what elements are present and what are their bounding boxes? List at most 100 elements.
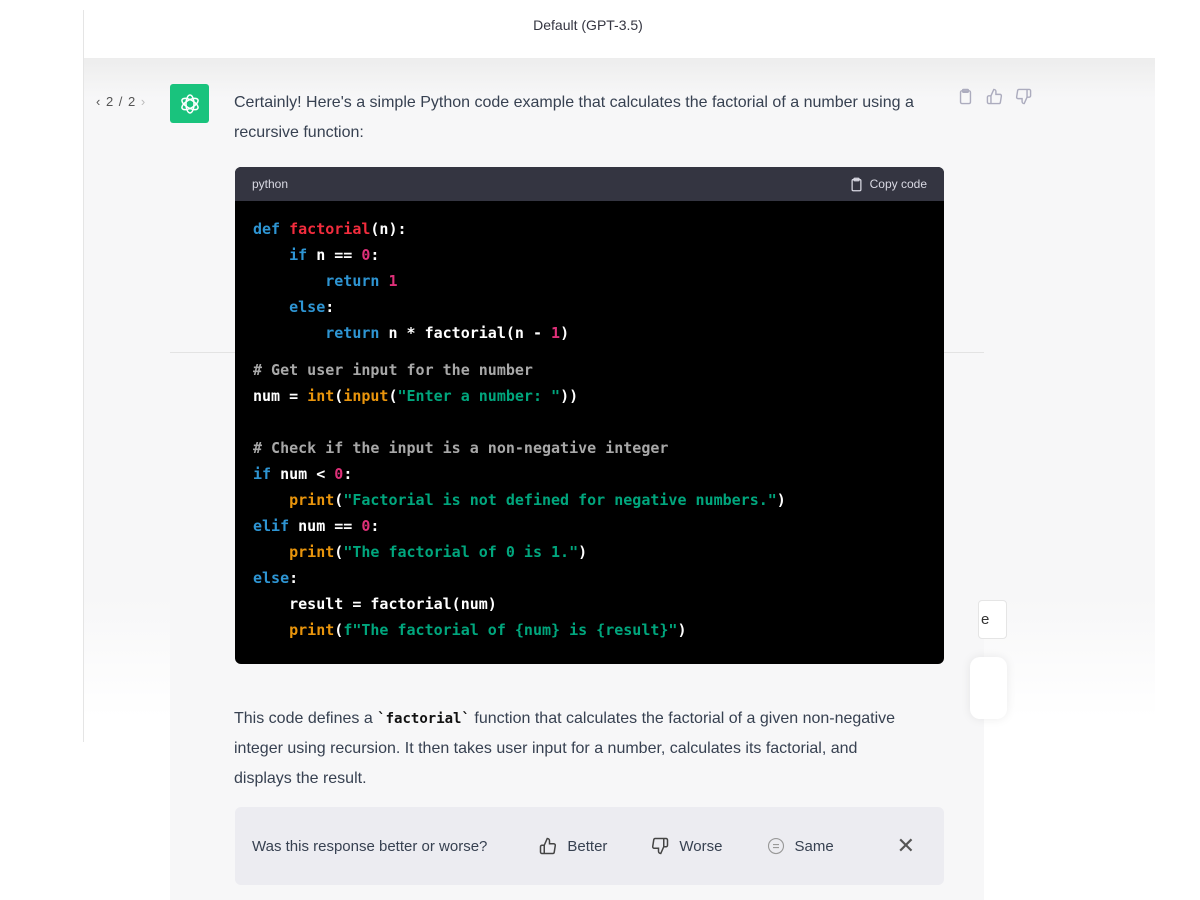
- code-token: def: [253, 220, 290, 238]
- code-token: # Get user input for the number: [253, 361, 533, 379]
- thumbs-up-icon: [540, 837, 557, 855]
- code-token: )): [560, 387, 579, 405]
- code-token: ): [677, 621, 687, 639]
- code-line: # Check if the input is a non-negative i…: [253, 439, 668, 457]
- code-token: input: [343, 387, 389, 405]
- openai-logo-icon: [180, 93, 199, 114]
- feedback-bar: Was this response better or worse? Bette…: [235, 807, 944, 885]
- same-button[interactable]: Same: [767, 837, 834, 855]
- code-token: (: [334, 621, 344, 639]
- code-token: return: [325, 272, 389, 290]
- code-token: "Factorial is not defined for negative n…: [343, 491, 777, 509]
- worse-label: Worse: [679, 837, 723, 855]
- code-token: else: [253, 569, 290, 587]
- code-token: :: [325, 298, 335, 316]
- code-token: # Check if the input is a non-negative i…: [253, 439, 669, 457]
- code-token: ): [560, 324, 570, 342]
- code-line: if num < 0:: [253, 465, 352, 483]
- code-token: int: [307, 387, 335, 405]
- copy-code-button[interactable]: Copy code: [849, 177, 927, 192]
- thumbs-down-icon[interactable]: [1015, 88, 1032, 105]
- code-line: result = factorial(num): [253, 595, 497, 613]
- code-block-header: python Copy code: [235, 167, 944, 201]
- code-line: print(f"The factorial of {num} is {resul…: [253, 621, 686, 639]
- code-line: return n * factorial(n - 1): [253, 324, 569, 342]
- code-line: elif num == 0:: [253, 517, 379, 535]
- thumbs-up-icon[interactable]: [986, 88, 1003, 105]
- code-token: n * factorial(n -: [388, 324, 552, 342]
- code-line: else:: [253, 569, 298, 587]
- inline-code: `factorial`: [377, 711, 470, 727]
- code-line: if n == 0:: [253, 246, 379, 264]
- prev-response-button[interactable]: ‹: [96, 94, 101, 109]
- code-token: (: [334, 491, 344, 509]
- code-token: return: [325, 324, 389, 342]
- code-token: factorial: [289, 220, 371, 238]
- clipboard-icon[interactable]: [957, 88, 974, 105]
- code-token: :: [370, 517, 380, 535]
- assistant-avatar: [170, 84, 209, 123]
- explanation-text: This code defines a: [234, 710, 378, 727]
- code-token: 1: [388, 272, 398, 290]
- code-token: (: [388, 387, 398, 405]
- code-token: print: [289, 621, 335, 639]
- code-token: if: [289, 246, 317, 264]
- code-block: python Copy code def factorial(n): if n …: [235, 167, 944, 664]
- worse-button[interactable]: Worse: [651, 837, 723, 855]
- code-token: (n):: [370, 220, 407, 238]
- thumbs-down-icon: [652, 837, 669, 855]
- message-actions: [957, 88, 1032, 105]
- code-line: num = int(input("Enter a number: ")): [253, 387, 578, 405]
- sidebar-divider: [83, 10, 84, 742]
- pager-label: 2 / 2: [105, 94, 137, 109]
- code-token: ): [776, 491, 786, 509]
- partial-input-box[interactable]: [970, 657, 1007, 719]
- code-token: print: [289, 491, 335, 509]
- code-token: f"The factorial of {num} is {result}": [343, 621, 678, 639]
- assistant-message-intro: Certainly! Here's a simple Python code e…: [234, 94, 914, 141]
- close-icon[interactable]: ✕: [897, 833, 915, 859]
- code-token: print: [289, 543, 335, 561]
- partial-button-label: e: [981, 611, 990, 628]
- code-token: num <: [280, 465, 335, 483]
- code-token: 0: [334, 465, 344, 483]
- code-token: (: [334, 387, 344, 405]
- better-button[interactable]: Better: [539, 837, 607, 855]
- assistant-message-explanation: This code defines a `factorial` function…: [234, 704, 914, 794]
- code-token: result = factorial(num): [289, 595, 497, 613]
- code-line: def factorial(n):: [253, 220, 407, 238]
- code-token: "Enter a number: ": [397, 387, 561, 405]
- response-pager: ‹ 2 / 2 ›: [96, 94, 146, 109]
- code-line: return 1: [253, 272, 398, 290]
- code-token: num ==: [298, 517, 362, 535]
- same-label: Same: [794, 837, 834, 855]
- code-token: (: [334, 543, 344, 561]
- code-token: n ==: [316, 246, 362, 264]
- better-label: Better: [567, 837, 608, 855]
- partial-button[interactable]: e: [978, 600, 1007, 639]
- code-token: ): [578, 543, 588, 561]
- code-token: :: [370, 246, 380, 264]
- code-token: :: [343, 465, 353, 483]
- code-token: else: [289, 298, 326, 316]
- code-line: else:: [253, 298, 334, 316]
- equals-circle-icon: [767, 837, 784, 855]
- code-token: if: [253, 465, 281, 483]
- code-token: :: [289, 569, 299, 587]
- feedback-question: Was this response better or worse?: [252, 837, 488, 855]
- code-token: 1: [551, 324, 561, 342]
- code-token: elif: [253, 517, 299, 535]
- code-line: print("Factorial is not defined for nega…: [253, 491, 786, 509]
- copy-code-label: Copy code: [869, 177, 927, 191]
- next-response-button[interactable]: ›: [141, 94, 146, 109]
- code-token: num =: [253, 387, 308, 405]
- code-language: python: [252, 177, 289, 191]
